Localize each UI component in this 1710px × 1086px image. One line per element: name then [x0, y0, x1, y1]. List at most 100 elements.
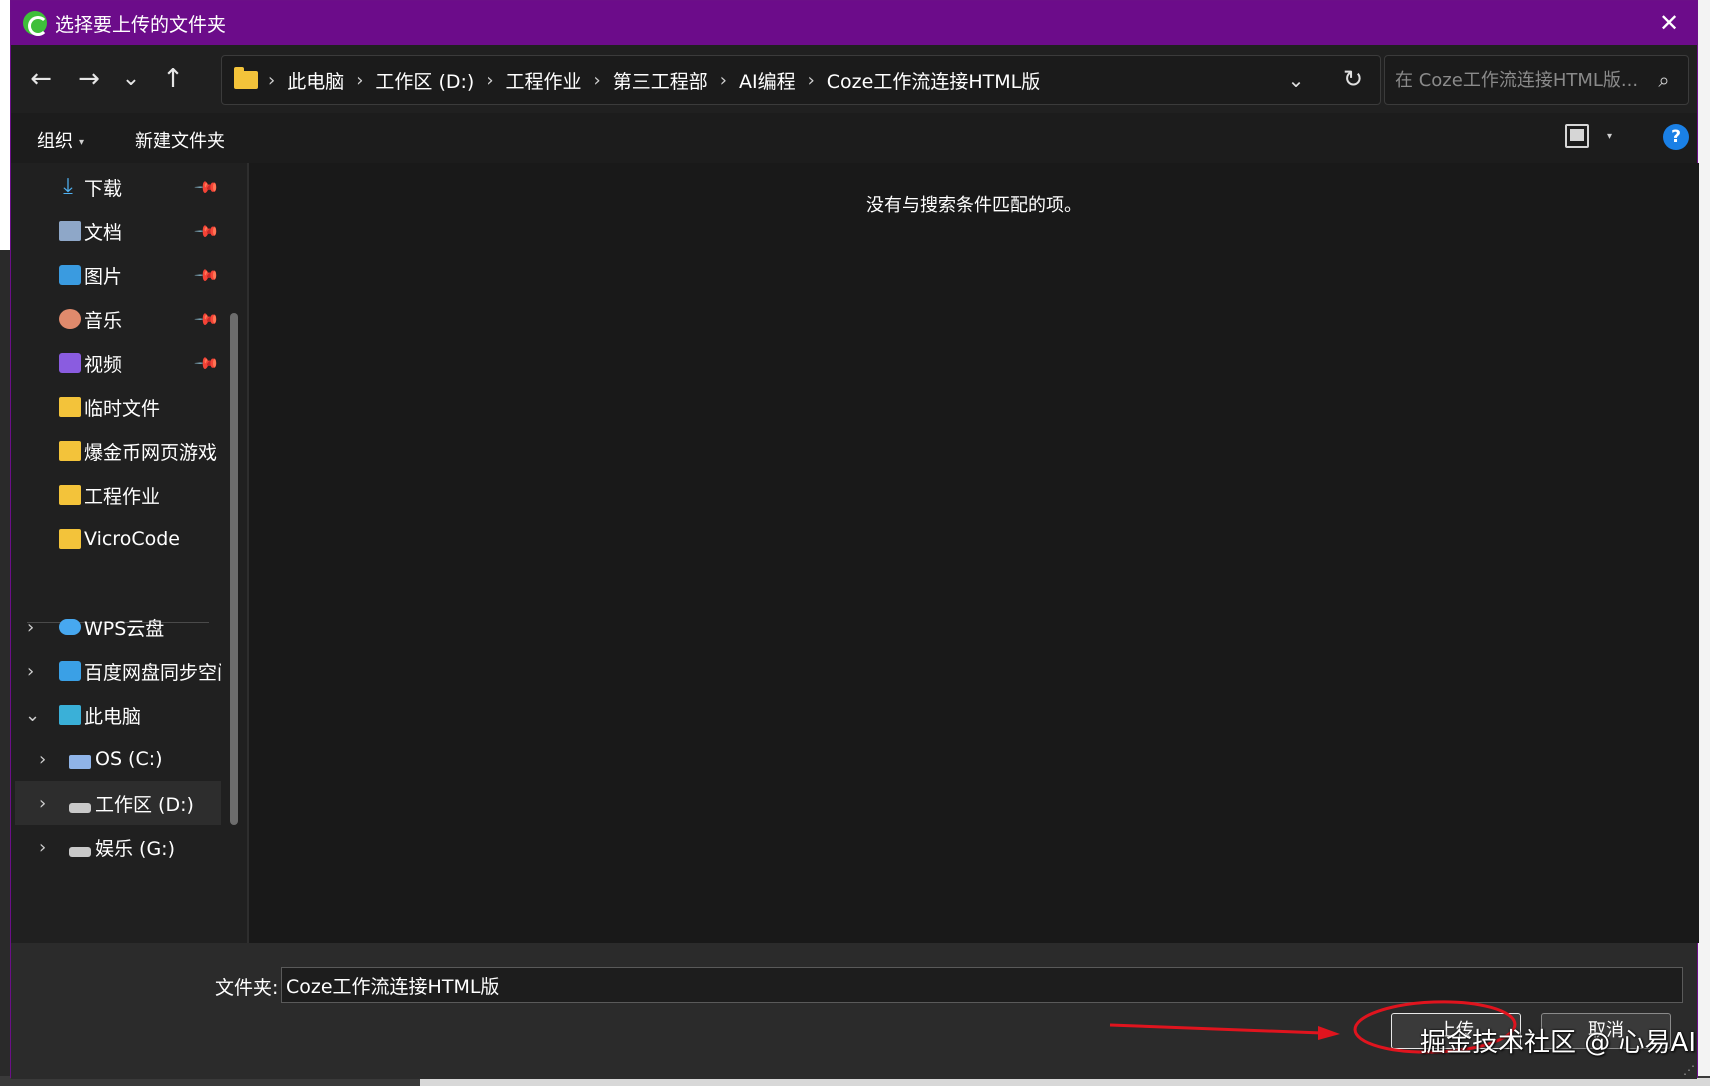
pin-icon[interactable]: 📌: [193, 349, 221, 377]
resize-grip-icon[interactable]: ⋰: [1683, 1063, 1695, 1077]
sidebar-item-temp-files[interactable]: 临时文件: [11, 385, 221, 429]
caret-down-icon: ▾: [79, 136, 85, 148]
back-button[interactable]: ←: [23, 61, 59, 97]
pictures-icon: [59, 265, 81, 285]
drive-icon: [69, 803, 91, 813]
close-button[interactable]: ✕: [1655, 9, 1683, 37]
folder-icon: [59, 529, 81, 549]
sidebar-item-label: OS (C:): [95, 748, 163, 770]
chevron-down-icon[interactable]: ⌄: [25, 705, 40, 726]
sidebar-item-vicrocode[interactable]: VicroCode: [11, 517, 221, 561]
sidebar-item-pictures[interactable]: 图片 📌: [11, 253, 221, 297]
sidebar-item-label: 音乐: [84, 309, 123, 332]
sidebar-item-label: 视频: [84, 353, 123, 376]
drive-icon: [69, 847, 91, 857]
search-input[interactable]: [1395, 56, 1645, 104]
sidebar-item-downloads[interactable]: ⤓ 下载 📌: [11, 165, 221, 209]
sidebar-item-label: 文档: [84, 221, 123, 244]
pin-icon[interactable]: 📌: [193, 173, 221, 201]
sidebar-item-web-games[interactable]: 爆金币网页游戏: [11, 429, 221, 473]
folder-icon: [234, 67, 258, 89]
sidebar-item-label: 此电脑: [84, 705, 142, 728]
computer-icon: [59, 705, 81, 725]
sidebar-item-videos[interactable]: 视频 📌: [11, 341, 221, 385]
breadcrumb: › 此电脑 › 工作区 (D:) › 工程作业 › 第三工程部 › AI编程 ›…: [266, 56, 1040, 104]
breadcrumb-item[interactable]: 第三工程部: [613, 67, 708, 94]
refresh-icon[interactable]: ↻: [1338, 64, 1368, 94]
download-icon: ⤓: [63, 174, 73, 199]
sidebar-item-documents[interactable]: 文档 📌: [11, 209, 221, 253]
folder-name-field[interactable]: [281, 967, 1683, 1003]
forward-button[interactable]: →: [71, 61, 107, 97]
breadcrumb-item-current[interactable]: Coze工作流连接HTML版: [827, 67, 1040, 94]
folder-icon: [59, 485, 81, 505]
chevron-right-icon[interactable]: ›: [39, 837, 46, 858]
file-list-area[interactable]: 没有与搜索条件匹配的项。: [249, 163, 1699, 943]
recent-locations-button[interactable]: ⌄: [113, 61, 149, 97]
background-window-edge-right: [1698, 0, 1710, 1086]
sidebar-item-label: WPS云盘: [84, 617, 165, 640]
scrollbar-thumb[interactable]: [230, 313, 238, 825]
sidebar-item-label: VicroCode: [84, 528, 180, 550]
sidebar-item-label: 工程作业: [84, 485, 161, 508]
navigation-bar: ← → ⌄ ↑ › 此电脑 › 工作区 (D:) › 工程作业 › 第三工程部 …: [11, 45, 1697, 113]
watermark: 掘金技术社区 @ 心易AI: [1420, 1028, 1696, 1058]
breadcrumb-separator[interactable]: ›: [808, 70, 815, 91]
sidebar-item-label: 图片: [84, 265, 123, 288]
sidebar-item-wps-cloud[interactable]: › WPS云盘: [11, 605, 221, 649]
help-icon[interactable]: ?: [1663, 124, 1689, 150]
search-icon[interactable]: ⌕: [1652, 68, 1676, 92]
sidebar-item-drive-d[interactable]: › 工作区 (D:): [15, 781, 221, 825]
sidebar-item-label: 爆金币网页游戏: [84, 441, 218, 464]
pin-icon[interactable]: 📌: [193, 305, 221, 333]
empty-results-message: 没有与搜索条件匹配的项。: [866, 195, 1082, 216]
breadcrumb-item[interactable]: 工程作业: [506, 67, 582, 94]
chevron-down-icon[interactable]: ⌄: [1282, 66, 1310, 94]
app-icon: [23, 11, 48, 36]
navigation-pane: ⤓ 下载 📌 文档 📌 图片 📌 音乐 📌 视频 📌 临时文件 爆金币网页游戏 …: [11, 163, 247, 943]
search-box[interactable]: ⌕: [1384, 55, 1689, 105]
breadcrumb-separator[interactable]: ›: [356, 70, 363, 91]
folder-icon: [59, 397, 81, 417]
pin-icon[interactable]: 📌: [193, 261, 221, 289]
chevron-right-icon[interactable]: ›: [27, 617, 34, 638]
background-window-edge: [0, 250, 10, 1086]
breadcrumb-separator: ›: [268, 69, 276, 91]
music-icon: [59, 309, 81, 329]
new-folder-button[interactable]: 新建文件夹: [135, 127, 225, 153]
up-button[interactable]: ↑: [155, 61, 191, 97]
document-icon: [59, 221, 81, 241]
breadcrumb-item[interactable]: AI编程: [739, 67, 796, 94]
breadcrumb-item[interactable]: 工作区 (D:): [375, 67, 474, 94]
chevron-right-icon[interactable]: ›: [27, 661, 34, 682]
cloud-icon: [59, 619, 81, 635]
sidebar-item-drive-c[interactable]: › OS (C:): [11, 737, 221, 781]
breadcrumb-separator[interactable]: ›: [720, 70, 727, 91]
caret-down-icon[interactable]: ▾: [1607, 131, 1612, 142]
pin-icon[interactable]: 📌: [193, 217, 221, 245]
command-bar: 组织 ▾ 新建文件夹 ▾ ?: [11, 113, 1697, 163]
organize-label: 组织: [37, 131, 73, 152]
baidu-netdisk-icon: [59, 661, 81, 681]
sidebar-item-label: 娱乐 (G:): [95, 837, 175, 860]
title-bar[interactable]: 选择要上传的文件夹 ✕: [11, 1, 1697, 45]
organize-menu[interactable]: 组织 ▾: [37, 127, 84, 153]
sidebar-item-music[interactable]: 音乐 📌: [11, 297, 221, 341]
chevron-right-icon[interactable]: ›: [39, 749, 46, 770]
sidebar-item-label: 工作区 (D:): [95, 793, 194, 816]
breadcrumb-item[interactable]: 此电脑: [287, 67, 344, 94]
chevron-right-icon[interactable]: ›: [39, 793, 46, 814]
view-mode-icon[interactable]: [1565, 124, 1589, 148]
breadcrumb-separator[interactable]: ›: [486, 70, 493, 91]
breadcrumb-separator[interactable]: ›: [594, 70, 601, 91]
sidebar-scrollbar[interactable]: [229, 163, 239, 943]
sidebar-item-engineering[interactable]: 工程作业: [11, 473, 221, 517]
sidebar-item-label: 临时文件: [84, 397, 161, 420]
sidebar-item-drive-g[interactable]: › 娱乐 (G:): [11, 825, 221, 869]
sidebar-item-label: 百度网盘同步空间: [84, 661, 221, 684]
drive-c-icon: [69, 755, 91, 769]
address-bar[interactable]: › 此电脑 › 工作区 (D:) › 工程作业 › 第三工程部 › AI编程 ›…: [221, 55, 1381, 105]
folder-label: 文件夹:: [215, 977, 279, 999]
sidebar-item-this-pc[interactable]: ⌄ 此电脑: [11, 693, 221, 737]
sidebar-item-baidu-netdisk[interactable]: › 百度网盘同步空间: [11, 649, 221, 693]
